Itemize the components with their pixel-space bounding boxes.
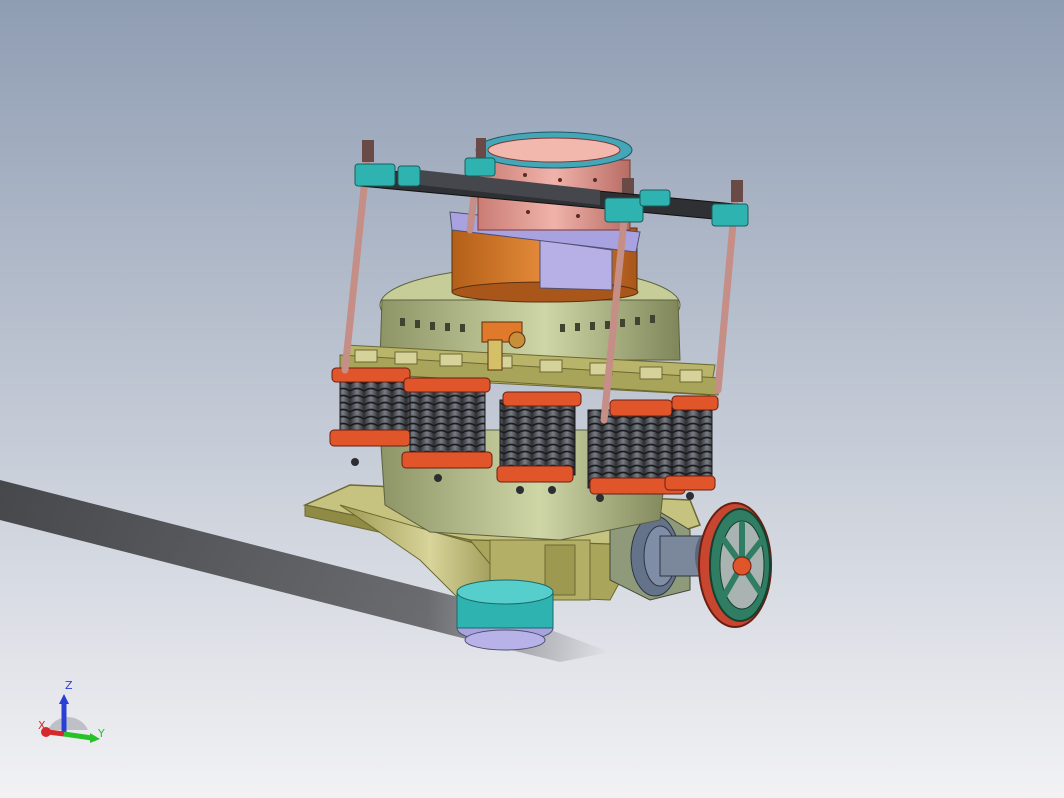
triad-axes [41,694,100,743]
y-axis-arrow [63,731,93,741]
x-axis-label: X [38,719,46,732]
crusher-3d-model-scene[interactable] [0,0,1064,798]
rod-nut [362,140,374,162]
z-axis-head [59,694,69,704]
y-axis-label: Y [98,727,105,740]
graphics-viewport[interactable]: Z Y X [0,0,1064,798]
z-axis-label: Z [65,679,73,692]
triad-plane [48,717,88,730]
rod-nut [476,138,486,158]
drive-pulley [698,502,772,628]
coordinate-triad[interactable]: Z Y X [30,678,120,758]
rod-nut [731,180,743,202]
